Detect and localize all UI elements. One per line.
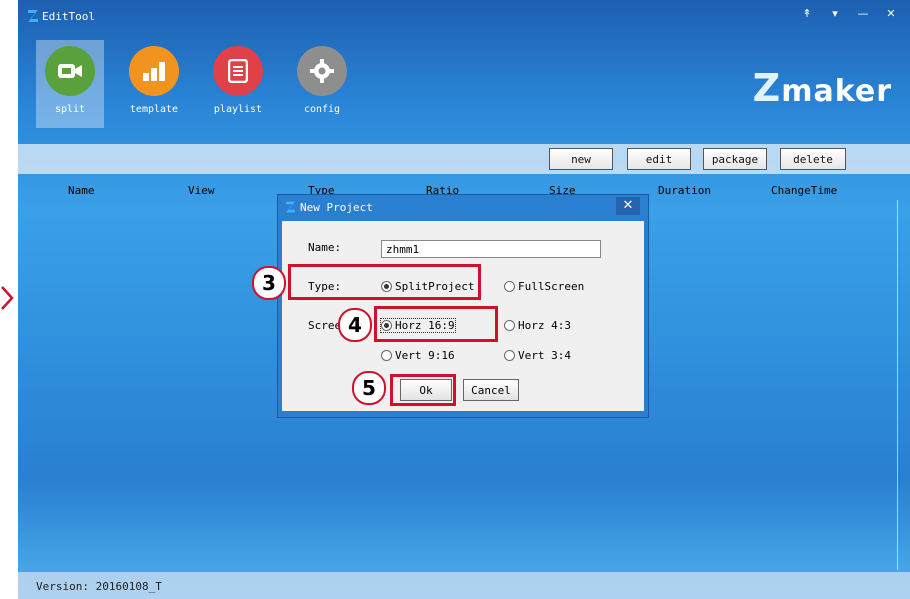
radio-vert-3-4[interactable]: Vert 3:4 [504,349,571,362]
step-4-marker: 4 [338,308,372,342]
radio-horz-4-3[interactable]: Horz 4:3 [504,319,571,332]
tool-config[interactable]: config [288,46,356,128]
dialog-close-button[interactable]: ✕ [616,197,640,215]
tool-template[interactable]: template [120,46,188,128]
dialog-title-bar: New Project ✕ [278,195,648,219]
app-logo-icon [28,10,38,22]
name-label: Name: [308,241,342,254]
column-name[interactable]: Name [68,184,95,197]
app-logo-icon [286,201,295,213]
package-button[interactable]: package [703,148,767,170]
delete-button[interactable]: delete [780,148,846,170]
tool-playlist[interactable]: playlist [204,46,272,128]
list-scrollbar[interactable] [897,200,906,570]
tool-config-label: config [303,104,341,115]
column-changetime[interactable]: ChangeTime [771,184,837,197]
window-title: EditTool [42,10,95,23]
status-bar: Version: 20160108_T [18,572,910,599]
gear-icon [297,46,347,96]
action-bar: new edit package delete [18,144,910,174]
radio-unselected-icon [504,350,515,361]
window-controls: ↟ ▾ — ✕ [796,6,902,22]
close-button[interactable]: ✕ [880,6,902,22]
title-bar: EditTool ↟ ▾ — ✕ [18,0,910,30]
project-name-input[interactable] [381,240,601,258]
video-camera-icon [45,46,95,96]
column-view[interactable]: View [188,184,215,197]
column-duration[interactable]: Duration [658,184,711,197]
dialog-title: New Project [300,201,373,214]
radio-unselected-icon [381,350,392,361]
highlight-type-row [288,264,481,300]
tool-split[interactable]: split [36,40,104,128]
new-button[interactable]: new [549,148,613,170]
skin-button[interactable]: ↟ [796,6,818,22]
menu-button[interactable]: ▾ [824,6,846,22]
document-icon [213,46,263,96]
step-3-marker: 3 [252,266,286,300]
tool-split-label: split [54,104,86,115]
pointer-arrow-icon [1,286,14,310]
highlight-ok-button [390,374,456,406]
step-5-marker: 5 [352,371,386,405]
radio-vert-9-16[interactable]: Vert 9:16 [381,349,455,362]
zmaker-logo: Zmaker [752,66,892,110]
version-text: Version: 20160108_T [36,580,162,593]
minimize-button[interactable]: — [852,6,874,22]
radio-fullscreen[interactable]: FullScreen [504,280,584,293]
bar-chart-icon [129,46,179,96]
edit-button[interactable]: edit [627,148,691,170]
cancel-button[interactable]: Cancel [463,379,519,401]
tool-template-label: template [129,104,179,115]
main-toolbar: split template playlist config [36,40,356,128]
radio-unselected-icon [504,281,515,292]
highlight-horz-16-9 [374,306,498,342]
tool-playlist-label: playlist [213,104,263,115]
radio-unselected-icon [504,320,515,331]
